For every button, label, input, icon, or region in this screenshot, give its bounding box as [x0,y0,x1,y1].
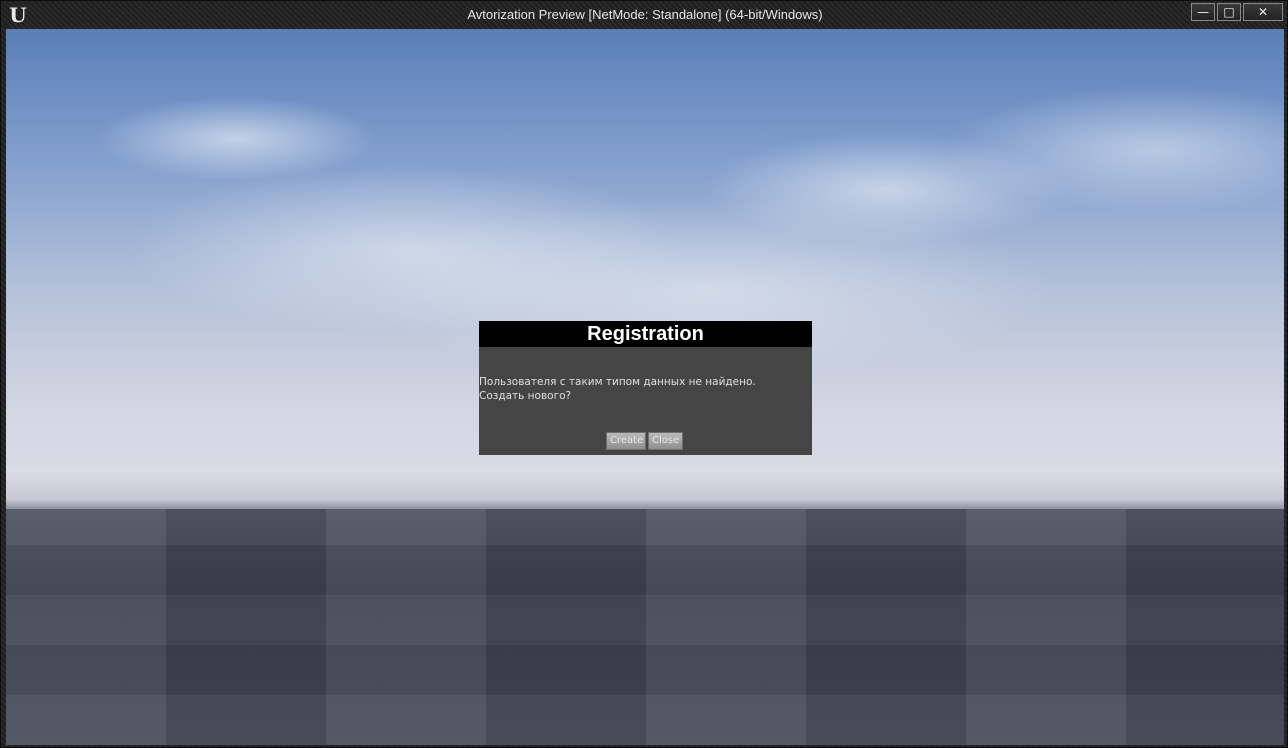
window-controls: — □ ✕ [1191,3,1283,21]
registration-dialog: Registration Пользователя с таким типом … [479,321,812,455]
minimize-button[interactable]: — [1191,3,1215,21]
close-window-button[interactable]: ✕ [1243,3,1283,21]
close-button[interactable]: Close [648,432,683,450]
title-bar[interactable]: U Avtorization Preview [NetMode: Standal… [1,1,1288,29]
dialog-title: Registration [479,321,812,347]
dialog-buttons: Create Close [606,432,683,450]
dialog-message: Пользователя с таким типом данных не най… [479,376,756,402]
maximize-button[interactable]: □ [1217,3,1241,21]
window-title: Avtorization Preview [NetMode: Standalon… [467,7,823,22]
app-window: U Avtorization Preview [NetMode: Standal… [0,0,1288,748]
create-button[interactable]: Create [606,432,646,450]
checkered-floor [6,509,1284,745]
